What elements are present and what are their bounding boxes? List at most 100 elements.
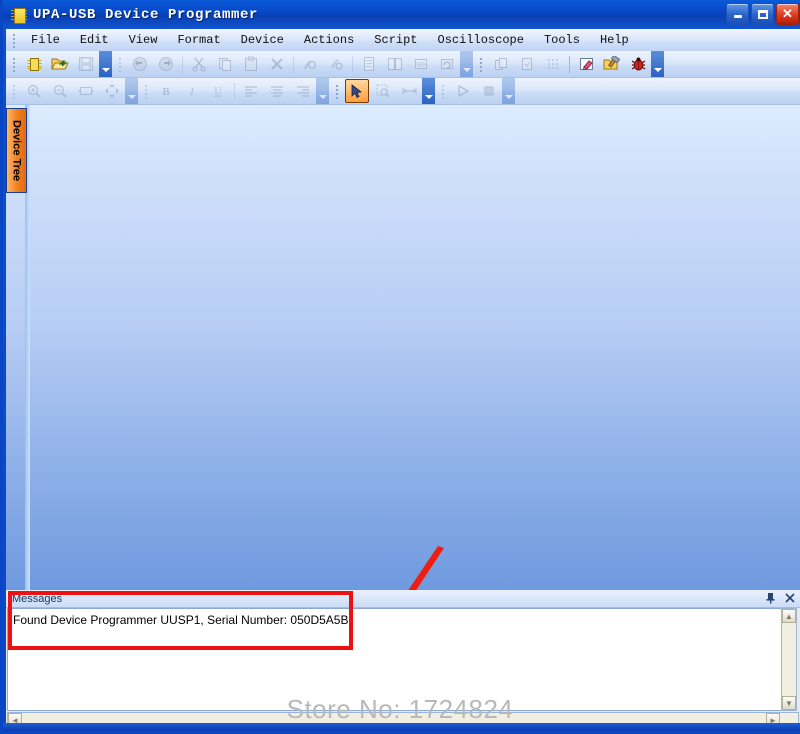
list-item: Found Device Programmer UUSP1, Serial Nu… bbox=[13, 613, 349, 627]
toolbar-drag-grip[interactable] bbox=[116, 56, 124, 72]
file-toolbar-group bbox=[6, 51, 112, 77]
toolbar-drag-grip[interactable] bbox=[10, 83, 18, 99]
messages-panel-title: Messages bbox=[12, 592, 63, 605]
menu-drag-grip[interactable] bbox=[10, 32, 18, 48]
toolbar-overflow-button[interactable] bbox=[422, 78, 435, 104]
application-window: UPA-USB Device Programmer ✕ File Edit Vi… bbox=[0, 0, 800, 734]
messages-panel-controls bbox=[764, 591, 796, 604]
svg-text:B: B bbox=[162, 86, 170, 98]
title-bar: UPA-USB Device Programmer ✕ bbox=[3, 0, 800, 29]
toolbar-overflow-button[interactable] bbox=[651, 51, 664, 77]
toolbar-drag-grip[interactable] bbox=[142, 83, 150, 99]
stop-icon[interactable] bbox=[477, 79, 501, 103]
menu-item-actions[interactable]: Actions bbox=[294, 31, 364, 49]
toolbar-overflow-button[interactable] bbox=[502, 78, 515, 104]
menu-item-view[interactable]: View bbox=[119, 31, 168, 49]
hex-icon[interactable]: 00 bbox=[409, 52, 433, 76]
text-format-toolbar-group: B I U bbox=[138, 78, 329, 104]
zoom-region-icon[interactable] bbox=[371, 79, 395, 103]
menu-item-file[interactable]: File bbox=[21, 31, 70, 49]
refresh-icon[interactable] bbox=[435, 52, 459, 76]
align-right-icon[interactable] bbox=[291, 79, 315, 103]
bold-icon[interactable]: B bbox=[154, 79, 178, 103]
svg-text:00: 00 bbox=[417, 62, 425, 70]
toolbar-overflow-button[interactable] bbox=[460, 51, 473, 77]
replace-icon[interactable] bbox=[324, 52, 348, 76]
maximize-button[interactable] bbox=[751, 3, 774, 25]
menu-item-help[interactable]: Help bbox=[590, 31, 639, 49]
write-device-icon[interactable] bbox=[515, 52, 539, 76]
device-toolbar-group bbox=[473, 51, 664, 77]
align-center-icon[interactable] bbox=[265, 79, 289, 103]
open-folder-icon[interactable] bbox=[48, 52, 72, 76]
menu-item-oscilloscope[interactable]: Oscilloscope bbox=[428, 31, 534, 49]
redo-icon[interactable] bbox=[154, 52, 178, 76]
run-toolbar-group bbox=[435, 78, 515, 104]
fit-width-icon[interactable] bbox=[74, 79, 98, 103]
italic-icon[interactable]: I bbox=[180, 79, 204, 103]
grid-icon[interactable] bbox=[541, 52, 565, 76]
toolbar-overflow-button[interactable] bbox=[316, 78, 329, 104]
copy-icon[interactable] bbox=[213, 52, 237, 76]
edit-toolbar-group: 00 bbox=[112, 51, 473, 77]
window-bottom-border bbox=[3, 723, 800, 731]
messages-list[interactable]: Found Device Programmer UUSP1, Serial Nu… bbox=[7, 608, 782, 711]
play-icon[interactable] bbox=[451, 79, 475, 103]
select-toolbar-group bbox=[329, 78, 435, 104]
close-icon[interactable] bbox=[783, 591, 796, 604]
annotation-arrow bbox=[408, 546, 444, 590]
align-left-icon[interactable] bbox=[239, 79, 263, 103]
messages-panel-header: Messages bbox=[6, 590, 800, 608]
menu-bar: File Edit View Format Device Actions Scr… bbox=[6, 29, 800, 52]
messages-panel: Messages Found Device Programmer UUSP1, … bbox=[6, 590, 800, 731]
menu-item-format[interactable]: Format bbox=[167, 31, 230, 49]
toolbar-drag-grip[interactable] bbox=[10, 56, 18, 72]
menu-item-tools[interactable]: Tools bbox=[534, 31, 590, 49]
minimize-button[interactable] bbox=[726, 3, 749, 25]
hammer-icon[interactable] bbox=[600, 52, 624, 76]
chip-icon bbox=[11, 7, 27, 24]
read-device-icon[interactable] bbox=[489, 52, 513, 76]
undo-icon[interactable] bbox=[128, 52, 152, 76]
measure-icon[interactable] bbox=[397, 79, 421, 103]
scroll-up-icon[interactable]: ▲ bbox=[782, 609, 796, 623]
toolbar-drag-grip[interactable] bbox=[439, 83, 447, 99]
menu-item-device[interactable]: Device bbox=[231, 31, 294, 49]
toolbar-overflow-button[interactable] bbox=[125, 78, 138, 104]
find-icon[interactable] bbox=[298, 52, 322, 76]
menu-item-script[interactable]: Script bbox=[364, 31, 427, 49]
eraser-icon[interactable] bbox=[574, 52, 598, 76]
window-controls: ✕ bbox=[726, 3, 799, 25]
zoom-toolbar-group bbox=[6, 78, 138, 104]
messages-vertical-scrollbar[interactable]: ▲ ▼ bbox=[781, 608, 797, 711]
close-icon: ✕ bbox=[782, 6, 793, 21]
toolbar-drag-grip[interactable] bbox=[333, 83, 341, 99]
pan-icon[interactable] bbox=[100, 79, 124, 103]
sidebar-tab-device-tree[interactable]: Device Tree bbox=[6, 108, 27, 193]
cut-scissors-icon[interactable] bbox=[187, 52, 211, 76]
toolbar-drag-grip[interactable] bbox=[477, 56, 485, 72]
svg-text:U: U bbox=[214, 86, 222, 97]
cursor-arrow-icon[interactable] bbox=[345, 79, 369, 103]
pin-icon[interactable] bbox=[764, 591, 777, 604]
window-title: UPA-USB Device Programmer bbox=[33, 6, 259, 23]
close-button[interactable]: ✕ bbox=[776, 3, 799, 25]
svg-text:I: I bbox=[189, 86, 195, 98]
document-icon[interactable] bbox=[357, 52, 381, 76]
paste-clipboard-icon[interactable] bbox=[239, 52, 263, 76]
zoom-out-icon[interactable] bbox=[48, 79, 72, 103]
underline-icon[interactable]: U bbox=[206, 79, 230, 103]
delete-x-icon[interactable] bbox=[265, 52, 289, 76]
toolbar-overflow-button[interactable] bbox=[99, 51, 112, 77]
bug-icon[interactable] bbox=[626, 52, 650, 76]
new-chip-icon[interactable] bbox=[22, 52, 46, 76]
format-toolbar: B I U bbox=[6, 78, 800, 105]
save-disk-icon[interactable] bbox=[74, 52, 98, 76]
device-tree-tab-label: Device Tree bbox=[10, 119, 23, 182]
main-workspace[interactable]: Device Tree bbox=[6, 105, 800, 590]
standard-toolbar: 00 bbox=[6, 51, 800, 78]
compare-icon[interactable] bbox=[383, 52, 407, 76]
menu-item-edit[interactable]: Edit bbox=[70, 31, 119, 49]
zoom-in-icon[interactable] bbox=[22, 79, 46, 103]
scroll-down-icon[interactable]: ▼ bbox=[782, 696, 796, 710]
